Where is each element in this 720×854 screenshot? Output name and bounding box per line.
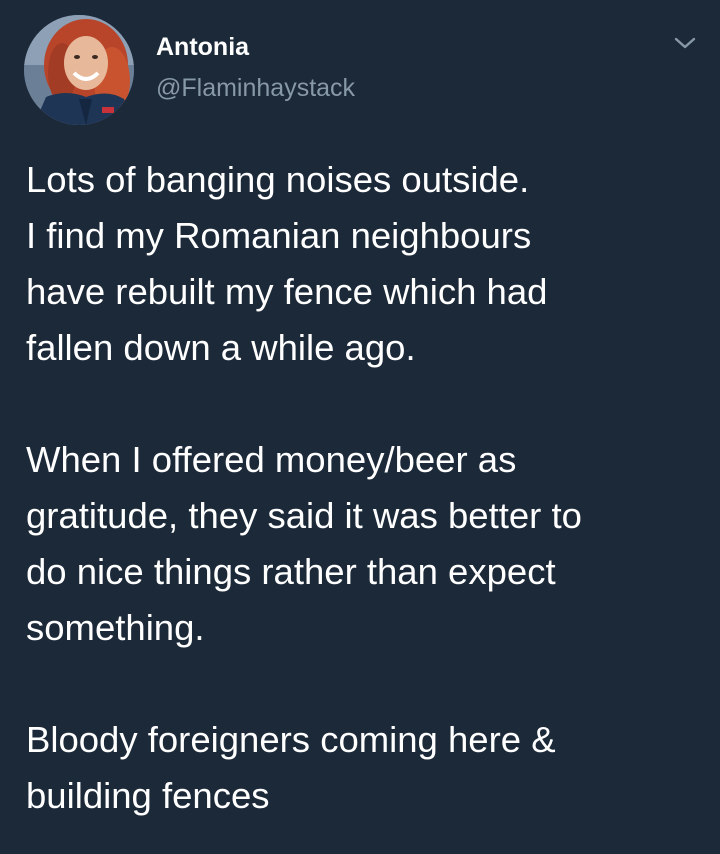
tweet-paragraph: Lots of banging noises outside. I find m…: [26, 159, 548, 368]
avatar[interactable]: [24, 15, 134, 125]
tweet-text: Lots of banging noises outside. I find m…: [26, 152, 706, 824]
tweet-paragraph: When I offered money/beer as gratitude, …: [26, 439, 582, 648]
tweet-card: Antonia @Flaminhaystack Lots of banging …: [0, 0, 720, 854]
chevron-down-icon[interactable]: [672, 32, 698, 54]
user-handle[interactable]: @Flaminhaystack: [156, 74, 355, 103]
tweet-paragraph: Bloody foreigners coming here & building…: [26, 719, 556, 816]
display-name[interactable]: Antonia: [156, 33, 249, 62]
profile-photo-icon: [24, 15, 134, 125]
